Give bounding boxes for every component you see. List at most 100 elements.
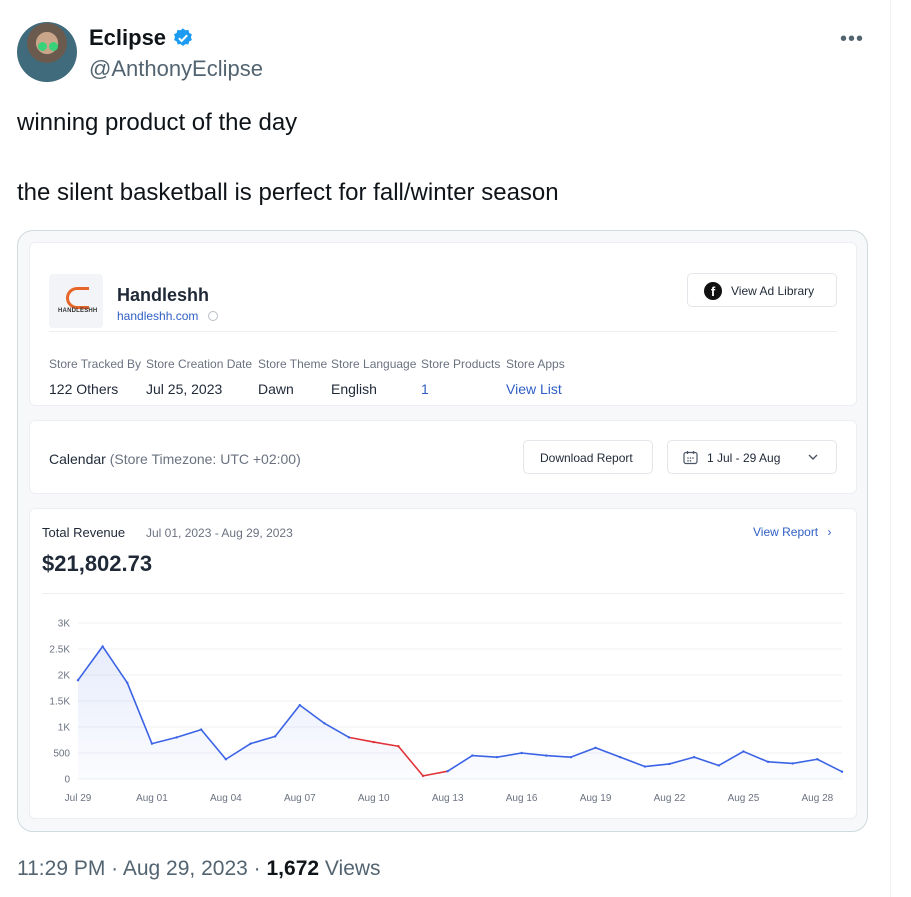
facebook-icon: f: [704, 282, 722, 300]
calendar-panel: Calendar (Store Timezone: UTC +02:00) Do…: [29, 420, 857, 494]
data-point: [224, 758, 228, 761]
data-point: [520, 751, 523, 755]
calendar-title: Calendar: [49, 451, 106, 467]
y-tick-label: 3K: [58, 619, 71, 630]
data-point: [76, 679, 80, 682]
data-point: [421, 774, 425, 778]
x-tick-label: Aug 19: [580, 793, 612, 804]
tweet-media-image[interactable]: HANDLESHH Handleshh handleshh.com f View…: [17, 230, 868, 832]
meta-value-language: English: [331, 381, 377, 397]
y-tick-label: 2.5K: [49, 645, 70, 656]
data-point: [249, 742, 252, 745]
tweet-footer: 11:29 PM · Aug 29, 2023 · 1,672 Views: [17, 857, 381, 881]
meta-label-language: Store Language: [331, 357, 417, 371]
meta-value-products[interactable]: 1: [421, 381, 429, 397]
data-point: [840, 770, 844, 773]
x-tick-label: Aug 04: [210, 793, 242, 804]
data-point: [545, 754, 548, 757]
store-url-link[interactable]: handleshh.com: [117, 309, 198, 323]
y-tick-label: 2K: [58, 671, 71, 682]
meta-label-apps: Store Apps: [506, 357, 565, 371]
chevron-down-icon: [808, 454, 818, 460]
data-point: [298, 703, 302, 707]
data-point: [742, 750, 745, 753]
author-avatar[interactable]: [17, 22, 77, 82]
y-tick-label: 1K: [58, 723, 71, 734]
download-report-button[interactable]: Download Report: [523, 440, 653, 474]
data-point: [594, 746, 597, 749]
revenue-line-chart[interactable]: 0 500 1K 1.5K 2K 2.5K 3K Jul 29 Aug 01 Aug 04 Aug …: [30, 509, 856, 818]
data-point: [668, 762, 671, 766]
store-logo-text: HANDLESHH: [58, 308, 98, 314]
series-area: [78, 646, 842, 779]
x-tick-label: Aug 07: [284, 793, 316, 804]
data-point: [471, 754, 474, 757]
meta-label-tracked: Store Tracked By: [49, 357, 142, 371]
data-point: [816, 758, 819, 761]
store-name: Handleshh: [117, 285, 210, 305]
more-options-icon[interactable]: •••: [840, 28, 864, 51]
date-range-label: 1 Jul - 29 Aug: [707, 451, 781, 465]
data-point: [397, 745, 400, 748]
data-point: [446, 770, 449, 773]
meta-value-tracked: 122 Others: [49, 381, 119, 397]
x-tick-label: Aug 10: [358, 793, 390, 804]
tweet-time[interactable]: 11:29 PM: [17, 857, 105, 880]
tweet-date[interactable]: Aug 29, 2023: [123, 857, 248, 880]
download-report-label: Download Report: [540, 451, 633, 465]
data-point: [323, 722, 326, 725]
info-icon: [208, 311, 218, 321]
data-point: [766, 760, 770, 764]
data-point: [273, 735, 277, 738]
author-name[interactable]: Eclipse: [89, 25, 166, 51]
calendar-icon: [683, 451, 698, 465]
y-tick-label: 500: [53, 749, 70, 760]
calendar-label: Calendar (Store Timezone: UTC +02:00): [49, 451, 301, 467]
avatar-eye-left: [38, 42, 47, 51]
revenue-panel: Total Revenue Jul 01, 2023 - Aug 29, 202…: [29, 508, 857, 819]
data-point: [175, 736, 178, 739]
data-point: [791, 762, 794, 765]
store-logo: HANDLESHH: [49, 274, 103, 328]
avatar-eye-right: [49, 42, 58, 51]
store-info-panel: HANDLESHH Handleshh handleshh.com f View…: [29, 242, 857, 406]
x-tick-label: Aug 25: [728, 793, 760, 804]
meta-label-products: Store Products: [421, 357, 501, 371]
tweet-text-line-1: winning product of the day: [17, 109, 298, 136]
data-point: [101, 645, 104, 648]
data-point: [347, 736, 351, 739]
view-ad-library-button[interactable]: f View Ad Library: [687, 273, 837, 307]
views-label: Views: [324, 857, 381, 880]
data-point: [692, 755, 696, 759]
x-tick-label: Aug 28: [802, 793, 834, 804]
separator: ·: [253, 857, 261, 880]
date-range-select[interactable]: 1 Jul - 29 Aug: [667, 440, 837, 474]
store-logo-mark-icon: [66, 287, 89, 309]
x-tick-label: Aug 16: [506, 793, 538, 804]
meta-label-theme: Store Theme: [258, 357, 328, 371]
tweet-text-line-2: the silent basketball is perfect for fal…: [17, 179, 559, 206]
meta-value-creation: Jul 25, 2023: [146, 381, 223, 397]
data-point: [495, 755, 499, 759]
calendar-timezone: (Store Timezone: UTC +02:00): [109, 451, 301, 467]
data-point: [200, 728, 203, 731]
views-count: 1,672: [266, 857, 320, 880]
data-point: [126, 681, 129, 684]
x-tick-label: Aug 13: [432, 793, 464, 804]
data-point: [372, 740, 375, 744]
verified-badge-icon: [174, 28, 192, 46]
y-tick-label: 1.5K: [49, 697, 70, 708]
x-tick-label: Jul 29: [65, 793, 92, 804]
divider: [49, 331, 837, 332]
x-tick-label: Aug 22: [654, 793, 686, 804]
data-point: [717, 764, 720, 767]
view-apps-list-link[interactable]: View List: [506, 381, 562, 397]
x-tick-label: Aug 01: [136, 793, 168, 804]
data-point: [569, 755, 573, 759]
view-ad-library-label: View Ad Library: [731, 284, 815, 298]
data-point: [150, 742, 154, 745]
data-point: [643, 765, 647, 768]
author-handle[interactable]: @AnthonyEclipse: [89, 56, 263, 82]
timeline-divider: [890, 0, 891, 897]
meta-label-creation: Store Creation Date: [146, 357, 253, 371]
